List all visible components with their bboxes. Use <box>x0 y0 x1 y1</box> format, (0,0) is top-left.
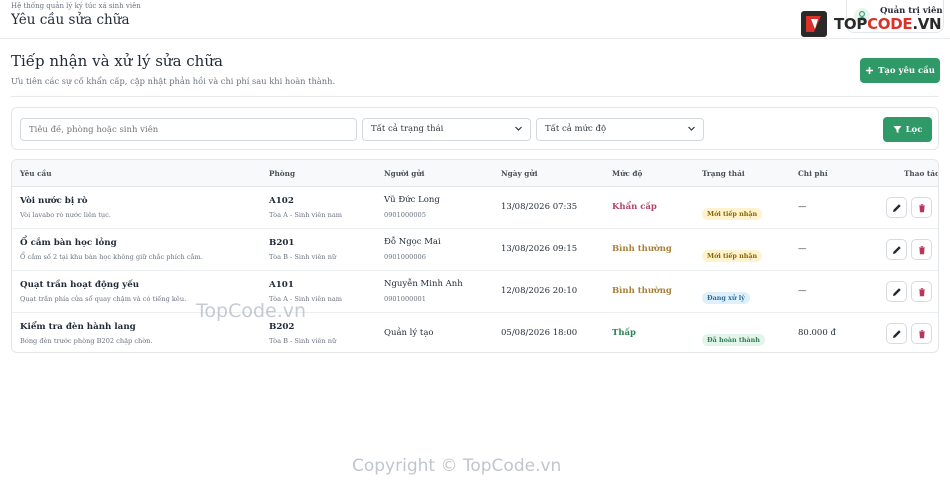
request-desc: Bóng đèn trước phòng B202 chập chờn. <box>20 337 153 345</box>
sender-phone: 0901000001 <box>384 295 426 303</box>
status-cell: Mới tiếp nhận <box>702 243 763 262</box>
request-title: Vòi nước bị rò <box>20 196 88 206</box>
header-cost: Chi phí <box>798 169 828 178</box>
create-request-button[interactable]: Tạo yêu cầu <box>860 58 940 83</box>
building-name: Tòa B - Sinh viên nữ <box>269 337 337 345</box>
sent-date: 13/08/2026 09:15 <box>501 244 578 254</box>
pencil-icon <box>892 245 901 254</box>
room-code: B202 <box>269 322 295 332</box>
room-code: A102 <box>269 196 294 206</box>
header-sender: Người gửi <box>384 169 425 178</box>
trash-icon <box>918 203 925 212</box>
edit-button[interactable] <box>886 197 907 218</box>
logo-mark-icon <box>801 11 827 37</box>
trash-icon <box>918 329 925 338</box>
status-select-value: Tất cả trạng thái <box>371 124 444 134</box>
status-badge: Mới tiếp nhận <box>702 208 763 220</box>
status-cell: Mới tiếp nhận <box>702 201 763 220</box>
priority-level: Bình thường <box>612 244 672 254</box>
filter-label: Lọc <box>905 124 923 135</box>
logo-text: TOPCODE.VN <box>834 15 942 33</box>
table-row: Vòi nước bị rò Vòi lavabo rò nước liên t… <box>12 187 938 229</box>
page-header: Tiếp nhận và xử lý sửa chữa Ưu tiên các … <box>11 52 335 86</box>
request-desc: Vòi lavabo rò nước liên tục. <box>20 211 111 219</box>
table-header: Yêu cầu Phòng Người gửi Ngày gửi Mức độ … <box>12 160 939 187</box>
header-level: Mức độ <box>612 169 643 178</box>
edit-button[interactable] <box>886 239 907 260</box>
chevron-down-icon <box>687 121 696 142</box>
filter-button[interactable]: Lọc <box>883 117 932 142</box>
request-desc: Ổ cắm số 2 tại khu bàn học không giữ chắ… <box>20 253 203 261</box>
page-title: Tiếp nhận và xử lý sửa chữa <box>11 52 223 70</box>
cost-value: — <box>798 202 807 212</box>
status-select[interactable]: Tất cả trạng thái <box>362 118 531 141</box>
trash-icon <box>918 287 925 296</box>
delete-button[interactable] <box>911 197 932 218</box>
sent-date: 13/08/2026 07:35 <box>501 202 578 212</box>
room-code: A101 <box>269 280 294 290</box>
pencil-icon <box>892 329 901 338</box>
table-row: Quạt trần hoạt động yếu Quạt trần phía c… <box>12 271 938 313</box>
sender-phone: 0901000006 <box>384 253 426 261</box>
level-select-value: Tất cả mức độ <box>545 124 607 134</box>
page-subtitle: Ưu tiên các sự cố khẩn cấp, cập nhật phả… <box>11 76 336 86</box>
priority-level: Khẩn cấp <box>612 202 657 212</box>
priority-level: Bình thường <box>612 286 672 296</box>
funnel-icon <box>893 126 902 133</box>
level-select[interactable]: Tất cả mức độ <box>536 118 704 141</box>
trash-icon <box>918 245 925 254</box>
filter-bar: Tất cả trạng thái Tất cả mức độ Lọc <box>11 107 939 150</box>
sender-name: Nguyễn Minh Anh <box>384 279 463 289</box>
requests-table: Yêu cầu Phòng Người gửi Ngày gửi Mức độ … <box>11 159 939 353</box>
cost-value: — <box>798 244 807 254</box>
cost-value: 80.000 đ <box>798 328 836 338</box>
search-input[interactable] <box>20 118 357 141</box>
copyright-watermark: Copyright © TopCode.vn <box>352 456 562 476</box>
sender-phone: 0901000005 <box>384 211 426 219</box>
delete-button[interactable] <box>911 281 932 302</box>
table-row: Ổ cắm bàn học lỏng Ổ cắm số 2 tại khu bà… <box>12 229 938 271</box>
table-row: Kiểm tra đèn hành lang Bóng đèn trước ph… <box>12 313 938 352</box>
edit-button[interactable] <box>886 281 907 302</box>
header-date: Ngày gửi <box>501 169 538 178</box>
status-badge: Đang xử lý <box>702 292 750 304</box>
sent-date: 12/08/2026 20:10 <box>501 286 578 296</box>
request-title: Quạt trần hoạt động yếu <box>20 280 140 290</box>
divider <box>11 96 939 97</box>
pencil-icon <box>892 287 901 296</box>
priority-level: Thấp <box>612 328 636 338</box>
sender-name: Vũ Đức Long <box>384 195 440 205</box>
header-actions: Thao tác <box>904 169 939 178</box>
sender-name: Đỗ Ngọc Mai <box>384 237 441 247</box>
create-request-label: Tạo yêu cầu <box>878 65 935 76</box>
status-badge: Mới tiếp nhận <box>702 250 763 262</box>
status-cell: Đã hoàn thành <box>702 327 765 346</box>
edit-button[interactable] <box>886 323 907 344</box>
building-name: Tòa B - Sinh viên nữ <box>269 253 337 261</box>
request-title: Kiểm tra đèn hành lang <box>20 322 136 332</box>
sender-name: Quản lý tạo <box>384 328 434 338</box>
pencil-icon <box>892 203 901 212</box>
delete-button[interactable] <box>911 239 932 260</box>
request-desc: Quạt trần phía cửa sổ quay chậm và có ti… <box>20 295 187 303</box>
cost-value: — <box>798 286 807 296</box>
status-badge: Đã hoàn thành <box>702 334 765 346</box>
app-title: Yêu cầu sửa chữa <box>11 12 130 28</box>
room-code: B201 <box>269 238 295 248</box>
header-room: Phòng <box>269 169 296 178</box>
chevron-down-icon <box>514 121 523 142</box>
watermark: TopCode.vn <box>196 300 307 322</box>
header-request: Yêu cầu <box>20 169 52 178</box>
delete-button[interactable] <box>911 323 932 344</box>
site-logo: TOPCODE.VN <box>800 10 942 38</box>
sent-date: 05/08/2026 18:00 <box>501 328 578 338</box>
status-cell: Đang xử lý <box>702 285 750 304</box>
plus-icon <box>866 67 874 74</box>
header-status: Trạng thái <box>702 169 745 178</box>
building-name: Tòa A - Sinh viên nam <box>269 211 343 219</box>
breadcrumb: Hệ thống quản lý ký túc xá sinh viên <box>11 2 141 10</box>
request-title: Ổ cắm bàn học lỏng <box>20 238 117 248</box>
